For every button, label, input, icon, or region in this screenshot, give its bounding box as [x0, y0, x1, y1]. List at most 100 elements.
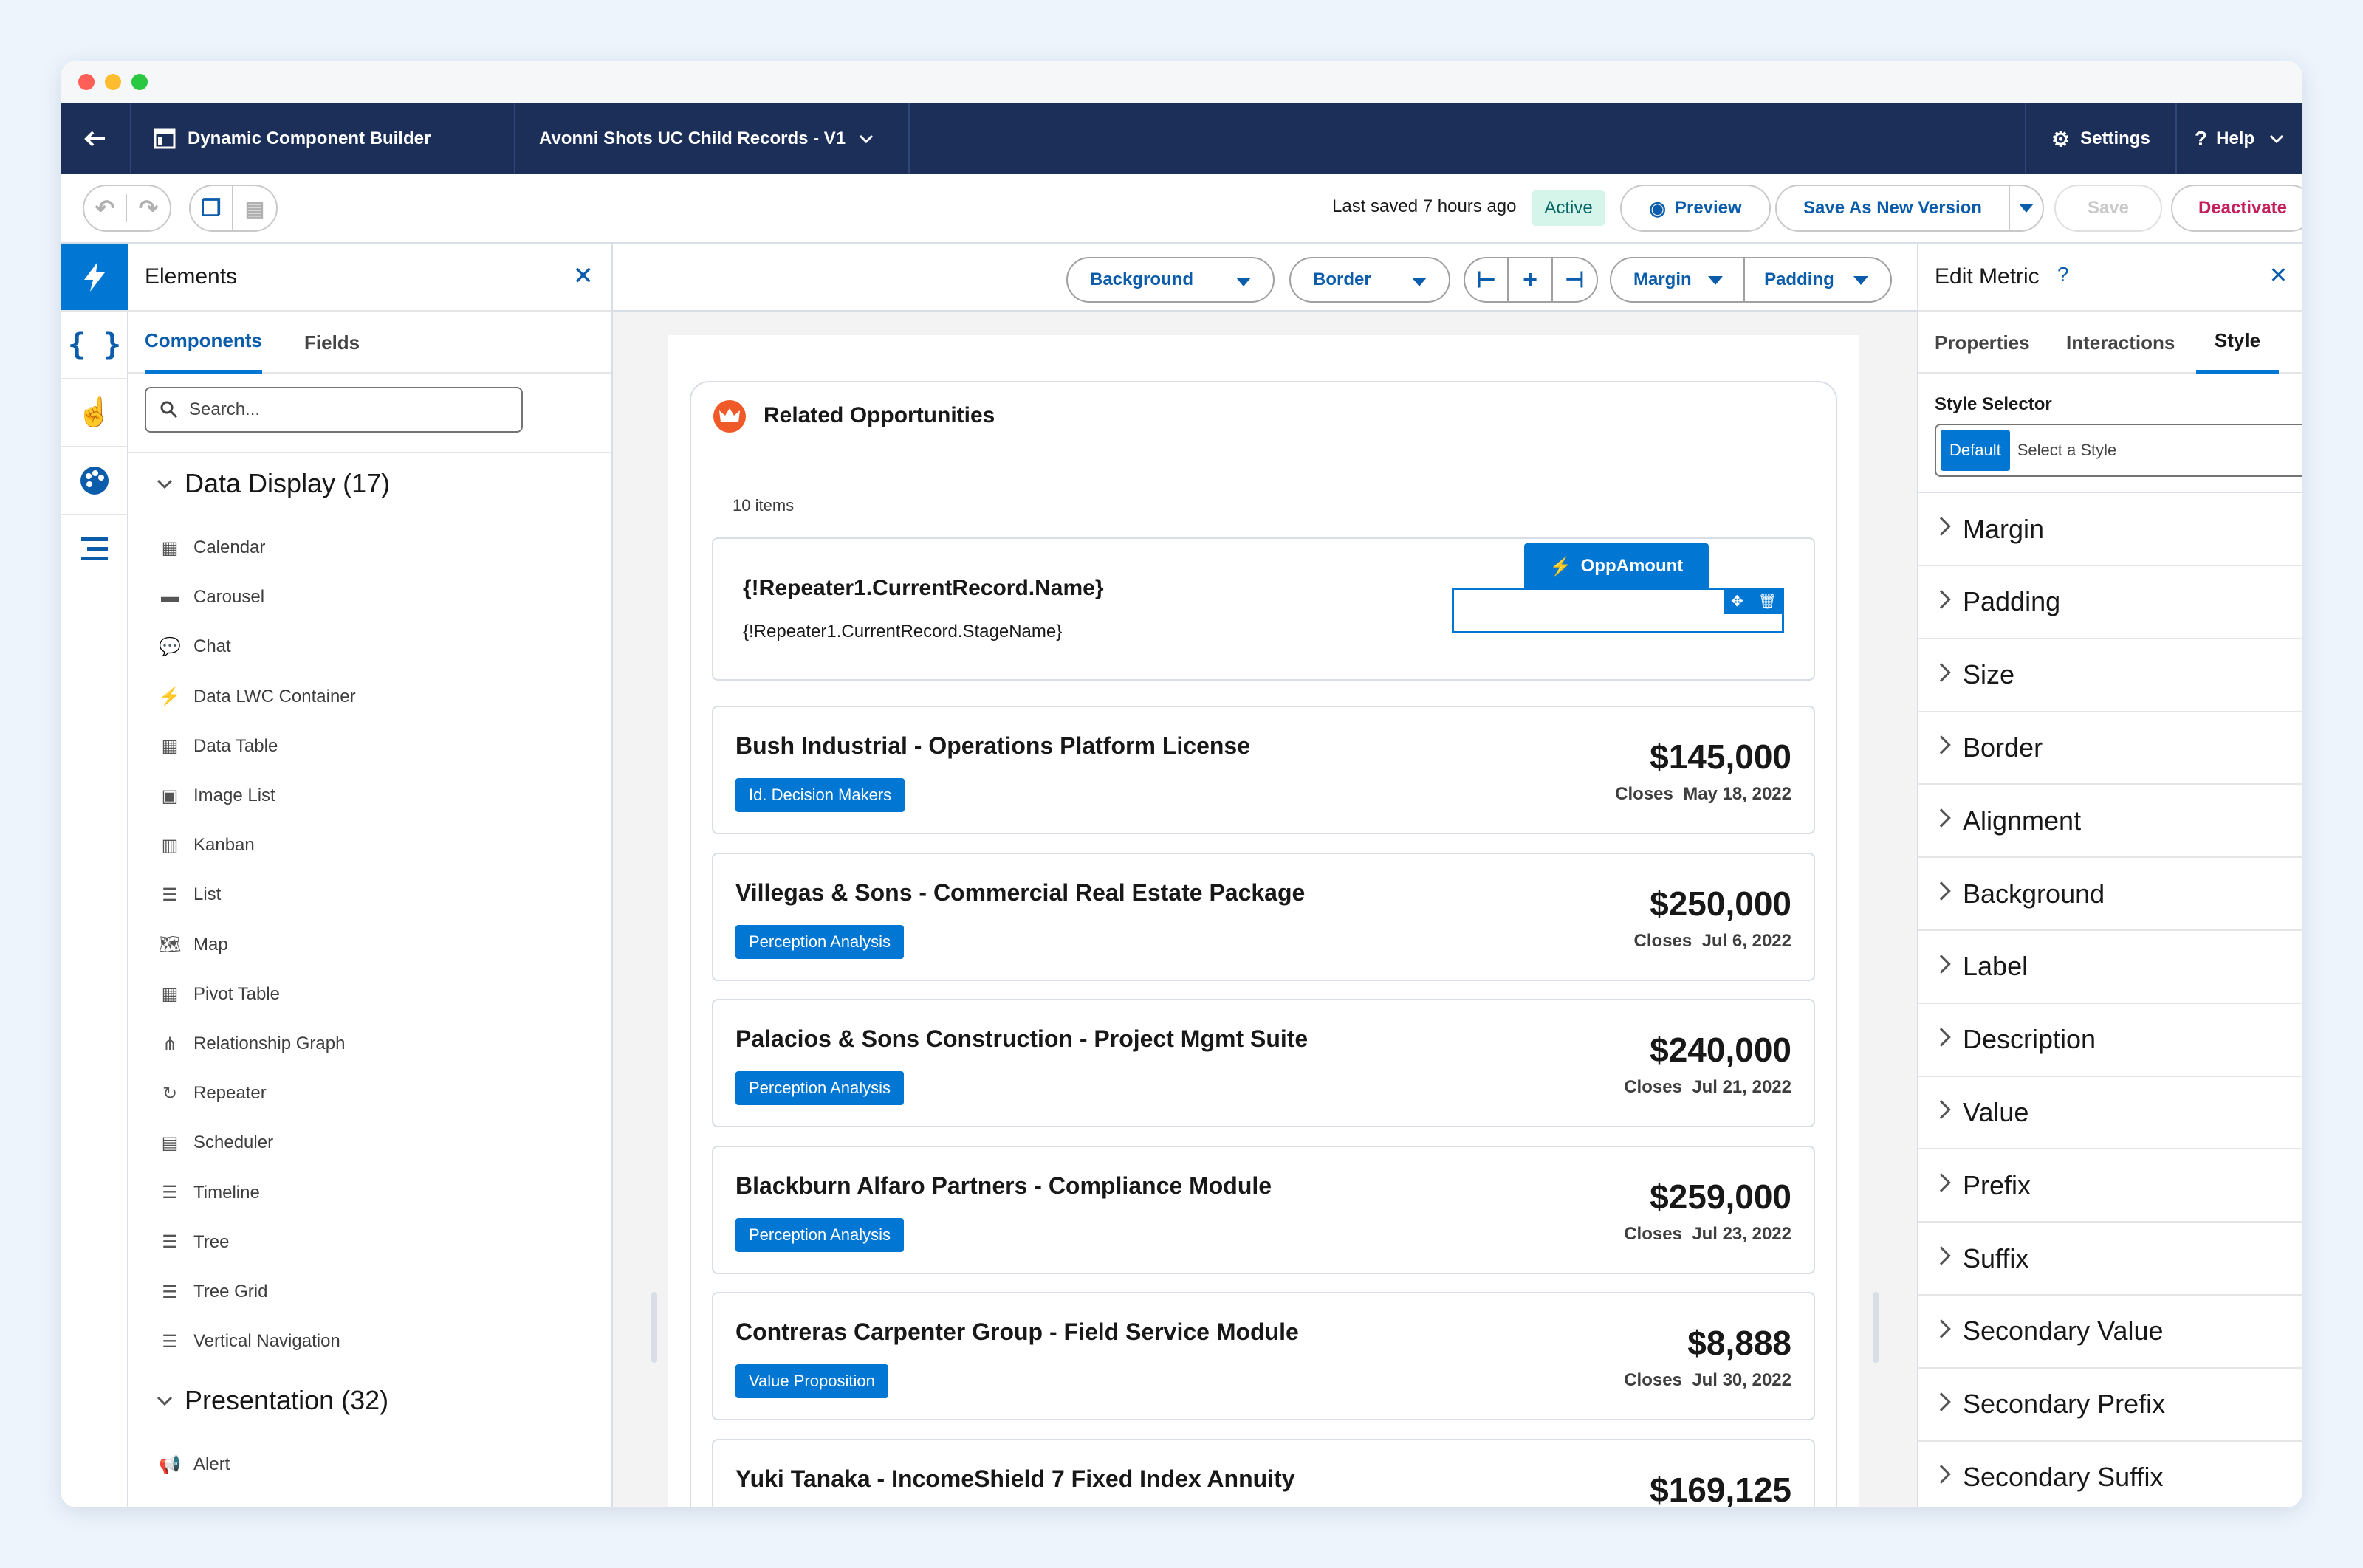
style-section-size[interactable]: Size	[1918, 639, 2302, 712]
undo-icon[interactable]: ↶	[84, 194, 127, 222]
tab-properties[interactable]: Properties	[1935, 312, 2030, 374]
rail-structure-button[interactable]	[61, 515, 128, 583]
component-item[interactable]: ↻ Repeater	[158, 1079, 267, 1108]
align-left-icon[interactable]: ⊢	[1465, 258, 1509, 301]
opportunity-row[interactable]: Villegas & Sons - Commercial Real Estate…	[712, 852, 1815, 981]
tab-style[interactable]: Style	[2196, 312, 2279, 374]
style-section-suffix[interactable]: Suffix	[1918, 1223, 2302, 1296]
background-dropdown[interactable]: Background	[1066, 257, 1275, 303]
rail-elements-button[interactable]	[61, 244, 128, 312]
style-section-value[interactable]: Value	[1918, 1076, 2302, 1150]
left-resize-handle[interactable]	[651, 1292, 657, 1363]
component-item[interactable]: ▬ Carousel	[158, 582, 264, 612]
component-item[interactable]: ▣ Image List	[158, 781, 275, 811]
selected-metric-frame[interactable]: ✥ 🗑	[1452, 588, 1784, 633]
clipboard-icon[interactable]: ▤	[233, 196, 276, 221]
style-section-padding[interactable]: Padding	[1918, 566, 2302, 639]
style-section-margin[interactable]: Margin	[1918, 493, 2302, 566]
style-section-prefix[interactable]: Prefix	[1918, 1149, 2302, 1223]
rail-styles-button[interactable]	[61, 447, 128, 515]
padding-dropdown[interactable]: Padding	[1745, 258, 1890, 301]
component-item[interactable]: ☰ Timeline	[158, 1178, 260, 1208]
help-button[interactable]: ? Help	[2177, 103, 2302, 174]
close-icon[interactable]: ✕	[573, 261, 594, 291]
opportunity-row[interactable]: Palacios & Sons Construction - Project M…	[712, 999, 1815, 1127]
close-date-line: Closes Jul 23, 2022	[1624, 1224, 1791, 1245]
style-default-pill[interactable]: Default	[1941, 430, 2010, 471]
component-item[interactable]: ▦ Calendar	[158, 533, 266, 563]
component-item[interactable]: ☰ Vertical Navigation	[158, 1327, 340, 1356]
closes-label: Closes	[1633, 930, 1692, 951]
tree-grid-icon: ☰	[162, 1282, 178, 1302]
align-center-icon[interactable]: +	[1509, 258, 1553, 301]
component-item[interactable]: ▦ Pivot Table	[158, 980, 280, 1009]
edit-metric-title: Edit Metric	[1935, 264, 2040, 289]
component-item[interactable]: ☰ List	[158, 880, 221, 909]
back-button[interactable]	[61, 103, 131, 174]
preview-button[interactable]: ◉ Preview	[1620, 185, 1771, 232]
move-icon[interactable]: ✥	[1731, 592, 1743, 611]
builder-toolbar: ↶ ↷ ❐ ▤ Last saved 7 hours ago Active ◉ …	[61, 174, 2302, 244]
help-icon[interactable]: ?	[2057, 263, 2069, 286]
group-data-display[interactable]: Data Display (17)	[155, 468, 390, 499]
component-item[interactable]: 🗺 Map	[158, 930, 228, 960]
save-button[interactable]: Save	[2054, 185, 2162, 232]
component-item[interactable]: ▥ Kanban	[158, 831, 255, 860]
component-item[interactable]: ☰ Tree Grid	[158, 1277, 267, 1307]
style-section-label: Description	[1963, 1024, 2096, 1055]
border-dropdown[interactable]: Border	[1289, 257, 1450, 303]
related-opportunities-card[interactable]: Related Opportunities 10 items {!Repeate…	[690, 381, 1837, 1507]
repeater-template-row[interactable]: {!Repeater1.CurrentRecord.Name} {!Repeat…	[712, 537, 1815, 681]
rail-interactions-button[interactable]: ☝	[61, 379, 128, 447]
style-section-label: Value	[1963, 1096, 2029, 1127]
component-item[interactable]: 💬 Chat	[158, 632, 231, 661]
tab-components[interactable]: Components	[145, 312, 262, 374]
minimize-window-dot[interactable]	[105, 74, 121, 90]
style-section-description[interactable]: Description	[1918, 1004, 2302, 1077]
trash-icon[interactable]: 🗑	[1758, 592, 1777, 611]
style-selector-field[interactable]: Default Select a Style	[1935, 424, 2302, 477]
component-item[interactable]: ☰ Tree	[158, 1228, 229, 1257]
component-item-label: Kanban	[193, 835, 255, 856]
search-input[interactable]: Search...	[145, 387, 523, 433]
tab-interactions[interactable]: Interactions	[2066, 312, 2175, 374]
style-section-secondary-suffix[interactable]: Secondary Suffix	[1918, 1441, 2302, 1507]
save-new-version-button[interactable]: Save As New Version	[1775, 185, 2010, 232]
style-section-secondary-value[interactable]: Secondary Value	[1918, 1296, 2302, 1369]
close-window-dot[interactable]	[78, 74, 95, 90]
margin-dropdown[interactable]: Margin	[1611, 258, 1746, 301]
close-date-line: Closes May 18, 2022	[1615, 784, 1791, 805]
redo-icon[interactable]: ↷	[127, 194, 170, 222]
maximize-window-dot[interactable]	[131, 74, 148, 90]
opportunity-row[interactable]: Yuki Tanaka - IncomeShield 7 Fixed Index…	[712, 1438, 1815, 1507]
card-title: Related Opportunities	[764, 403, 995, 427]
component-item[interactable]: ⚡ Data LWC Container	[158, 682, 356, 712]
component-item[interactable]: ▦ Data Table	[158, 732, 278, 761]
component-selector[interactable]: Avonni Shots UC Child Records - V1	[515, 103, 910, 174]
save-options-dropdown[interactable]	[2009, 185, 2044, 232]
component-item-label: Timeline	[193, 1182, 260, 1203]
align-right-icon[interactable]: ⊣	[1553, 258, 1597, 301]
settings-button[interactable]: ⚙ Settings	[2025, 103, 2177, 174]
component-item-alert[interactable]: 📢 Alert	[158, 1450, 230, 1479]
opportunity-row[interactable]: Contreras Carpenter Group - Field Servic…	[712, 1292, 1815, 1420]
close-icon[interactable]: ✕	[2269, 263, 2288, 289]
component-item[interactable]: ⋔ Relationship Graph	[158, 1029, 346, 1059]
right-resize-handle[interactable]	[1873, 1292, 1879, 1363]
style-section-background[interactable]: Background	[1918, 858, 2302, 931]
selected-metric-tag[interactable]: ⚡ OppAmount	[1524, 543, 1709, 589]
style-section-secondary-prefix[interactable]: Secondary Prefix	[1918, 1369, 2302, 1442]
opportunity-row[interactable]: Blackburn Alfaro Partners - Compliance M…	[712, 1145, 1815, 1274]
chevron-right-icon	[1932, 1465, 1951, 1485]
component-item-label: Scheduler	[193, 1132, 274, 1153]
rail-variables-button[interactable]: { }	[61, 312, 128, 379]
opportunity-row[interactable]: Bush Industrial - Operations Platform Li…	[712, 706, 1815, 834]
style-section-label[interactable]: Label	[1918, 931, 2302, 1004]
style-section-alignment[interactable]: Alignment	[1918, 785, 2302, 859]
copy-icon[interactable]: ❐	[191, 186, 233, 230]
group-presentation[interactable]: Presentation (32)	[155, 1385, 388, 1416]
tab-fields[interactable]: Fields	[304, 312, 360, 374]
component-item[interactable]: ▤ Scheduler	[158, 1128, 273, 1158]
style-section-border[interactable]: Border	[1918, 712, 2302, 785]
deactivate-button[interactable]: Deactivate	[2171, 185, 2302, 232]
